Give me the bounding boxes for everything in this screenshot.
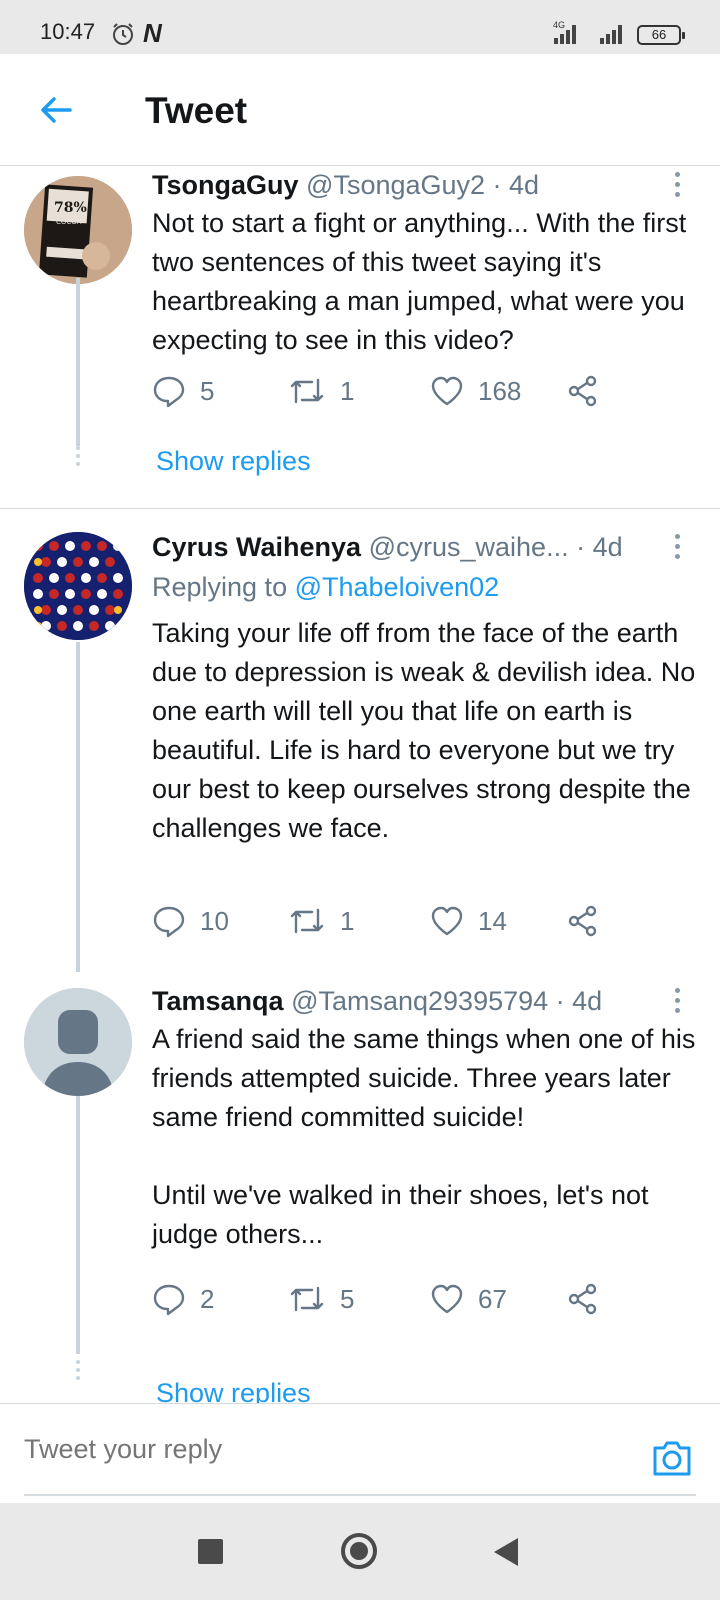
- notification-n-icon: N: [143, 18, 162, 48]
- retweet-count: 1: [340, 375, 355, 406]
- tweet-meta: Cyrus Waihenya @cyrus_waihe... · 4d: [152, 532, 623, 563]
- reply-button[interactable]: 10: [152, 904, 229, 938]
- reply-button[interactable]: 5: [152, 374, 214, 408]
- display-name[interactable]: Tamsanqa: [152, 986, 284, 1016]
- more-icon[interactable]: [675, 172, 681, 202]
- thread-line: [76, 1096, 80, 1354]
- avatar[interactable]: [24, 532, 132, 640]
- retweet-button[interactable]: 1: [288, 374, 354, 408]
- replying-to: Replying to @Thabeloiven02: [152, 572, 499, 603]
- retweet-count: 5: [340, 1283, 355, 1314]
- share-icon: [568, 1283, 597, 1315]
- recents-button[interactable]: [198, 1539, 223, 1564]
- signal-icon: [600, 25, 622, 44]
- avatar[interactable]: 78% COCOA: [24, 176, 132, 284]
- retweet-icon: [290, 378, 324, 404]
- show-replies-link[interactable]: Show replies: [156, 1378, 311, 1403]
- page-title: Tweet: [145, 90, 248, 131]
- system-nav-bar: [0, 1503, 720, 1600]
- handle: @TsongaGuy2 · 4d: [306, 170, 540, 200]
- tweet-text: Not to start a fight or anything... With…: [152, 208, 687, 355]
- handle: @Tamsanq29395794 · 4d: [291, 986, 603, 1016]
- reply-icon: [153, 1284, 185, 1316]
- like-button[interactable]: 14: [430, 904, 507, 938]
- thread-gap-dots: [76, 446, 80, 470]
- more-icon[interactable]: [675, 988, 681, 1018]
- reply-count: 5: [200, 375, 215, 406]
- tweet-actions: 5 1 168: [152, 374, 622, 414]
- show-replies-link[interactable]: Show replies: [156, 446, 311, 477]
- reply-count: 10: [200, 905, 229, 936]
- reply-count: 2: [200, 1283, 215, 1314]
- tweet-actions: 10 1 14: [152, 904, 622, 944]
- divider: [0, 508, 720, 509]
- share-icon: [568, 905, 597, 937]
- like-icon: [431, 1284, 463, 1314]
- display-name[interactable]: TsongaGuy: [152, 170, 299, 200]
- tweet-meta: TsongaGuy @TsongaGuy2 · 4d: [152, 170, 539, 201]
- share-button[interactable]: [566, 904, 614, 938]
- display-name[interactable]: Cyrus Waihenya: [152, 532, 361, 562]
- retweet-icon: [290, 908, 324, 934]
- like-icon: [431, 376, 463, 406]
- signal-icon: [554, 25, 576, 44]
- like-count: 168: [478, 375, 522, 406]
- reply-icon: [153, 376, 185, 408]
- home-button[interactable]: [341, 1533, 377, 1569]
- like-count: 67: [478, 1283, 507, 1314]
- like-button[interactable]: 67: [430, 1282, 507, 1316]
- retweet-button[interactable]: 1: [288, 904, 354, 938]
- svg-text:78%: 78%: [54, 200, 87, 216]
- reply-icon: [153, 906, 185, 938]
- alarm-icon: [113, 23, 133, 45]
- camera-icon[interactable]: [651, 1438, 693, 1478]
- avatar[interactable]: [24, 988, 132, 1096]
- mention-link[interactable]: @Thabeloiven02: [295, 572, 500, 602]
- retweet-icon: [290, 1286, 324, 1312]
- svg-text:COCOA: COCOA: [56, 218, 82, 226]
- reply-button[interactable]: 2: [152, 1282, 214, 1316]
- app-header: Tweet: [0, 54, 720, 166]
- tweet-actions: 2 5 67: [152, 1282, 622, 1322]
- tweet-text: Taking your life off from the face of th…: [152, 618, 696, 843]
- replying-prefix: Replying to: [152, 572, 288, 602]
- tweet[interactable]: Cyrus Waihenya @cyrus_waihe... · 4d Repl…: [0, 520, 720, 972]
- thread-line: [76, 278, 80, 446]
- battery-indicator: 66: [637, 25, 685, 45]
- share-button[interactable]: [566, 1282, 614, 1316]
- tweet[interactable]: Tamsanqa @Tamsanq29395794 · 4d A friend …: [0, 970, 720, 1403]
- like-count: 14: [478, 905, 507, 936]
- input-underline: [24, 1494, 696, 1496]
- like-button[interactable]: 168: [430, 374, 521, 408]
- tweet[interactable]: 78% COCOA TsongaGuy @TsongaGuy2 · 4d Not…: [0, 166, 720, 500]
- retweet-button[interactable]: 5: [288, 1282, 354, 1316]
- tweet-meta: Tamsanqa @Tamsanq29395794 · 4d: [152, 986, 602, 1017]
- retweet-count: 1: [340, 905, 355, 936]
- more-icon[interactable]: [675, 534, 681, 564]
- back-button[interactable]: [494, 1538, 518, 1566]
- tweet-text: A friend said the same things when one o…: [152, 1024, 696, 1249]
- like-icon: [431, 906, 463, 936]
- status-time: 10:47: [40, 19, 96, 44]
- status-bar: 10:47 N 4G 66: [0, 0, 720, 54]
- handle: @cyrus_waihe... · 4d: [368, 532, 623, 562]
- reply-input[interactable]: [24, 1434, 584, 1465]
- reply-composer: [0, 1403, 720, 1503]
- share-icon: [568, 375, 597, 407]
- share-button[interactable]: [566, 374, 614, 408]
- thread-line: [76, 642, 80, 972]
- back-arrow-icon[interactable]: [36, 90, 76, 130]
- thread-gap-dots: [76, 1360, 80, 1384]
